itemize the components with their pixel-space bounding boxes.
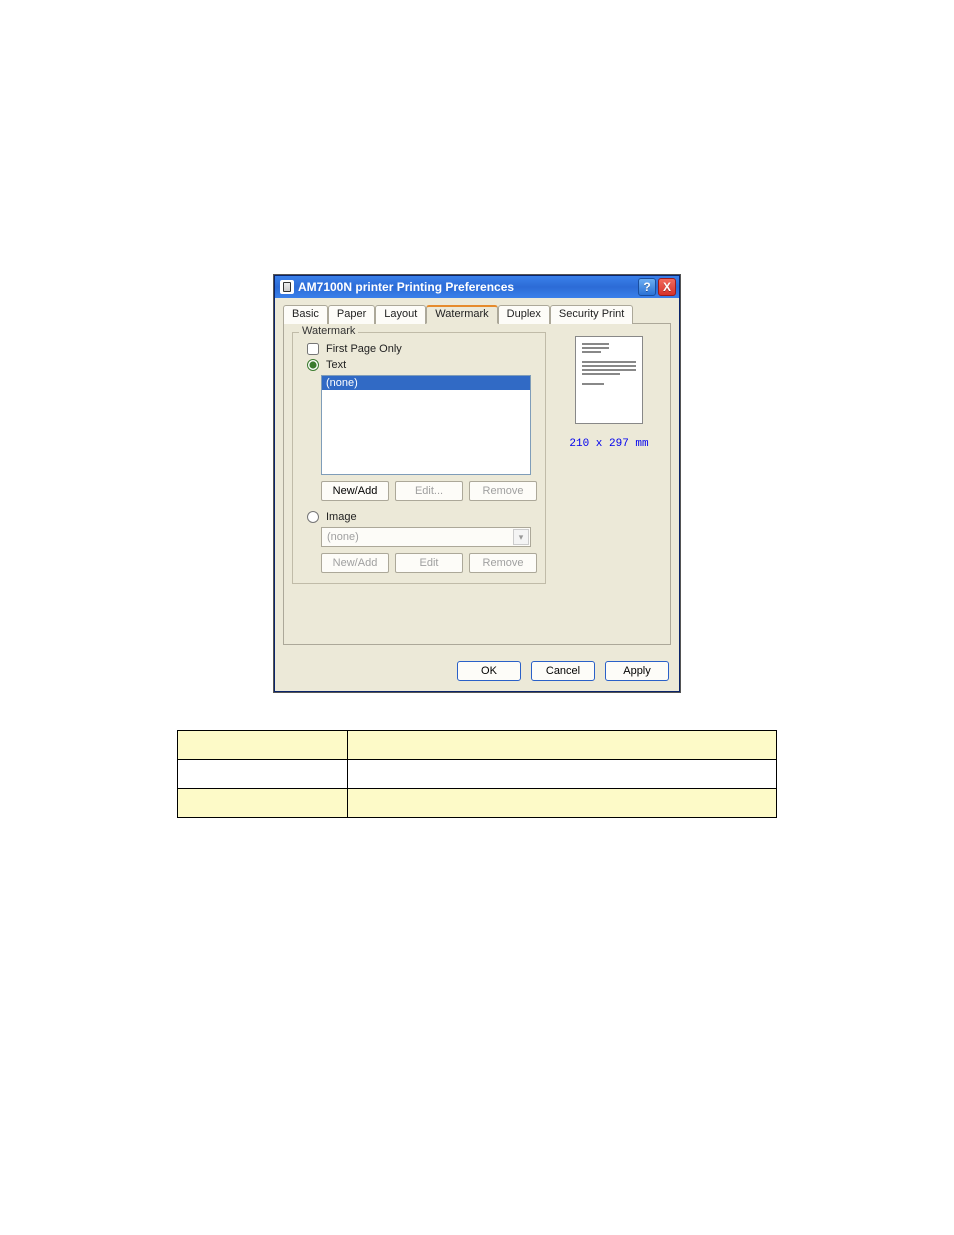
tab-layout[interactable]: Layout: [375, 305, 426, 324]
text-radio-label: Text: [326, 359, 346, 371]
apply-button[interactable]: Apply: [605, 661, 669, 681]
close-button[interactable]: X: [658, 278, 676, 296]
watermark-group: Watermark First Page Only Text (none): [292, 332, 546, 584]
first-page-only-label: First Page Only: [326, 343, 402, 355]
image-radio-label: Image: [326, 511, 357, 523]
table-cell: [348, 789, 777, 818]
description-table: [177, 730, 777, 818]
tab-duplex[interactable]: Duplex: [498, 305, 550, 324]
table-cell: [178, 789, 348, 818]
tab-panel-watermark: Watermark First Page Only Text (none): [283, 323, 671, 645]
table-cell: [348, 760, 777, 789]
tab-strip: Basic Paper Layout Watermark Duplex Secu…: [283, 304, 671, 324]
image-radio[interactable]: [307, 511, 319, 523]
paper-dimensions: 210 x 297 mm: [556, 438, 662, 450]
first-page-only-checkbox[interactable]: [307, 343, 319, 355]
dialog-footer: OK Cancel Apply: [275, 653, 679, 691]
image-combo-value: (none): [327, 531, 359, 543]
tab-security-print[interactable]: Security Print: [550, 305, 633, 324]
table-cell: [178, 731, 348, 760]
tab-watermark[interactable]: Watermark: [426, 305, 497, 324]
text-remove-button[interactable]: Remove: [469, 481, 537, 501]
image-remove-button[interactable]: Remove: [469, 553, 537, 573]
tab-basic[interactable]: Basic: [283, 305, 328, 324]
text-listbox[interactable]: (none): [321, 375, 531, 475]
table-cell: [178, 760, 348, 789]
group-title: Watermark: [299, 325, 358, 337]
printer-icon: [280, 280, 294, 294]
help-button[interactable]: ?: [638, 278, 656, 296]
ok-button[interactable]: OK: [457, 661, 521, 681]
tab-paper[interactable]: Paper: [328, 305, 375, 324]
window-title: AM7100N printer Printing Preferences: [298, 280, 636, 294]
chevron-down-icon: ▾: [513, 529, 529, 545]
cancel-button[interactable]: Cancel: [531, 661, 595, 681]
image-edit-button[interactable]: Edit: [395, 553, 463, 573]
text-edit-button[interactable]: Edit...: [395, 481, 463, 501]
image-combo[interactable]: (none) ▾: [321, 527, 531, 547]
table-cell: [348, 731, 777, 760]
titlebar[interactable]: AM7100N printer Printing Preferences ? X: [275, 276, 679, 298]
text-list-selected[interactable]: (none): [322, 376, 530, 390]
page-preview: [575, 336, 643, 424]
print-preferences-dialog: AM7100N printer Printing Preferences ? X…: [274, 275, 680, 692]
text-radio[interactable]: [307, 359, 319, 371]
image-new-add-button[interactable]: New/Add: [321, 553, 389, 573]
text-new-add-button[interactable]: New/Add: [321, 481, 389, 501]
